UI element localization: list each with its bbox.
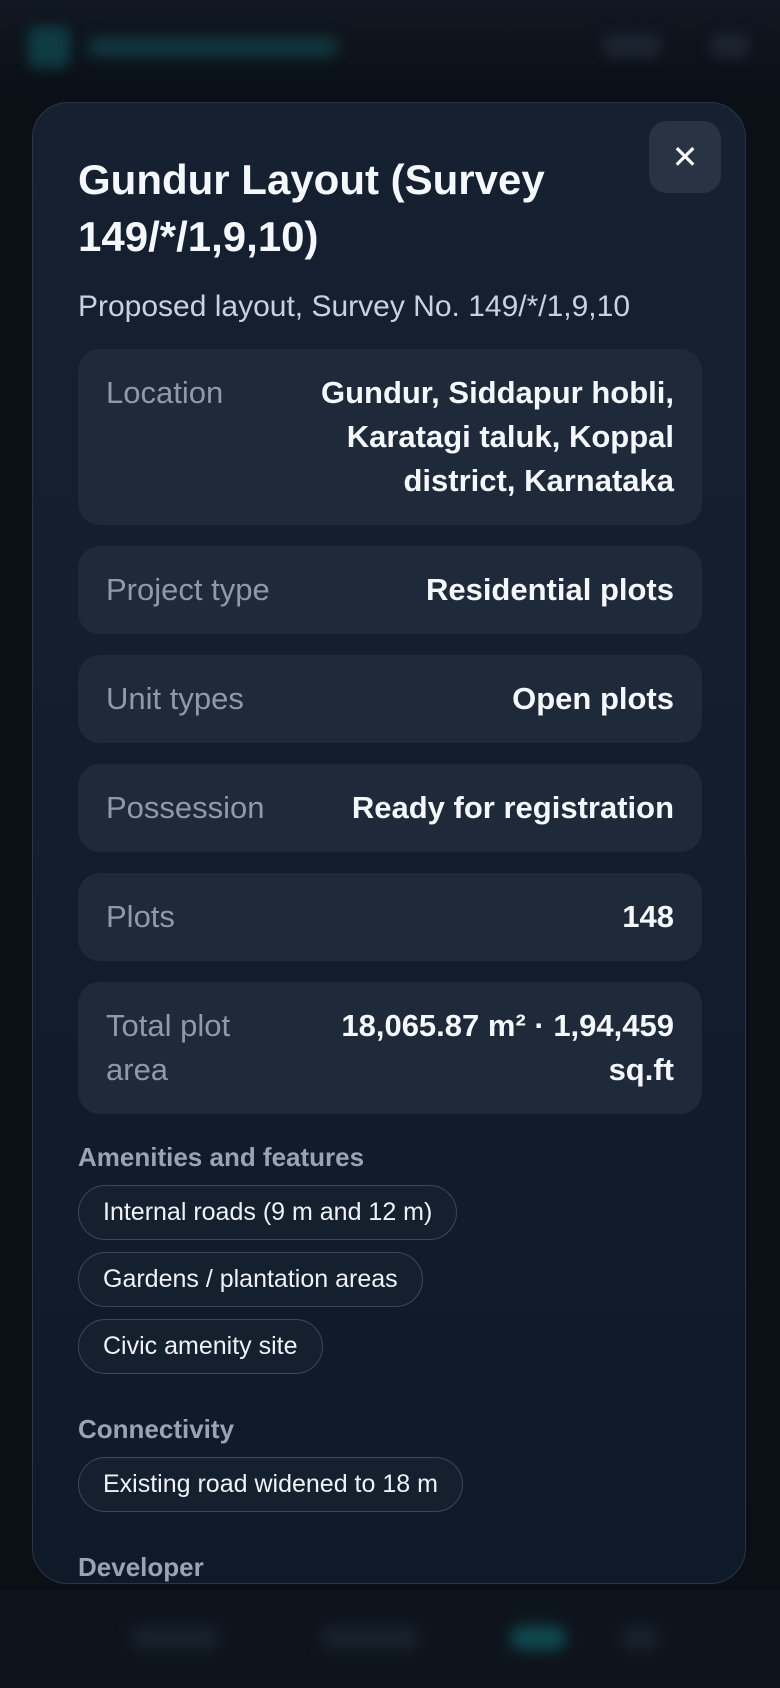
modal-content: Gundur Layout (Survey 149/*/1,9,10) Prop… <box>78 151 702 1583</box>
background-bottom-nav <box>0 1590 780 1688</box>
detail-label: Possession <box>106 790 265 825</box>
detail-value: Open plots <box>512 681 674 716</box>
amenities-heading: Amenities and features <box>78 1142 365 1172</box>
background-brand <box>88 38 338 56</box>
background-nav-item <box>620 1626 660 1650</box>
amenity-chip: Internal roads (9 m and 12 m) <box>78 1185 458 1240</box>
detail-value: 18,065.87 m² · 1,94,459 sq.ft <box>341 1008 674 1087</box>
connectivity-chip: Existing road widened to 18 m <box>78 1457 463 1512</box>
detail-value: Ready for registration <box>351 790 674 825</box>
detail-label: Location <box>106 375 224 410</box>
developer-heading: Developer <box>78 1552 204 1582</box>
detail-row-possession: Possession Ready for registration <box>78 764 702 852</box>
project-detail-modal: ✕ Gundur Layout (Survey 149/*/1,9,10) Pr… <box>32 102 746 1584</box>
background-header <box>0 0 780 95</box>
background-logo <box>28 26 70 68</box>
detail-row-total-plot-area: Total plot area 18,065.87 m² · 1,94,459 … <box>78 982 702 1114</box>
detail-label: Project type <box>106 572 270 607</box>
modal-title: Gundur Layout (Survey 149/*/1,9,10) <box>78 156 545 260</box>
amenity-chip: Gardens / plantation areas <box>78 1252 423 1307</box>
detail-value: 148 <box>622 899 674 934</box>
detail-row-location: Location Gundur, Siddapur hobli, Karatag… <box>78 349 702 525</box>
detail-row-plots: Plots 148 <box>78 873 702 961</box>
background-nav-item <box>320 1626 420 1650</box>
detail-value: Gundur, Siddapur hobli, Karatagi taluk, … <box>320 375 674 498</box>
background-header-button <box>602 34 662 58</box>
detail-label: Unit types <box>106 681 244 716</box>
connectivity-heading: Connectivity <box>78 1414 235 1444</box>
detail-row-unit-types: Unit types Open plots <box>78 655 702 743</box>
amenities-chip-list: Internal roads (9 m and 12 m) Gardens / … <box>78 1185 702 1386</box>
detail-value: Residential plots <box>425 572 674 607</box>
details-list: Location Gundur, Siddapur hobli, Karatag… <box>78 349 702 1114</box>
background-nav-item <box>130 1626 220 1650</box>
background-menu-button <box>710 34 750 58</box>
amenity-chip: Civic amenity site <box>78 1319 323 1374</box>
detail-row-project-type: Project type Residential plots <box>78 546 702 634</box>
detail-label: Plots <box>106 899 175 934</box>
modal-subtitle: Proposed layout, Survey No. 149/*/1,9,10 <box>78 290 631 323</box>
background-nav-item-active <box>510 1626 566 1650</box>
detail-label: Total plot area <box>106 1008 231 1087</box>
connectivity-chip-list: Existing road widened to 18 m <box>78 1457 702 1524</box>
